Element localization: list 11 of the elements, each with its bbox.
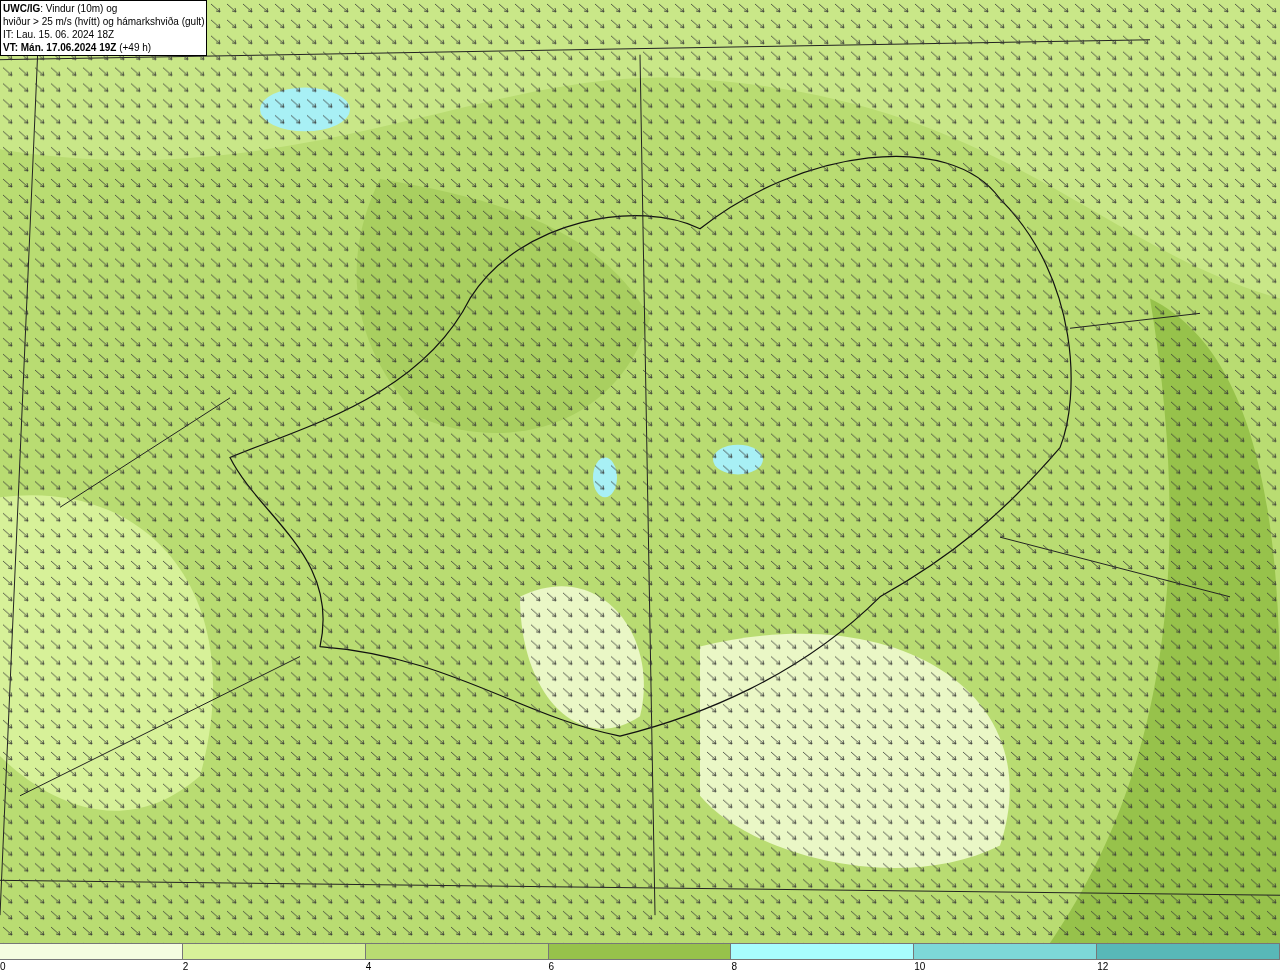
scale-label: 0 [0,960,6,974]
scale-label: 10 [914,960,926,974]
scale-label: 8 [731,960,737,974]
legend-text: IT: Lau. 15. 06. 2024 18Z [3,28,116,41]
scale-label: 4 [365,960,372,974]
scale-label: 6 [548,960,555,974]
scale-label: 12 [1097,960,1109,974]
legend-text: UWC/IG: Vindur (10m) og [3,2,119,15]
legend-text: VT: Mán. 17.06.2024 19Z (+49 h) [3,41,153,54]
legend-text: hviður > 25 m/s (hvítt) og hámarkshviða (gult) [3,15,205,28]
scale-label: 2 [182,960,189,974]
